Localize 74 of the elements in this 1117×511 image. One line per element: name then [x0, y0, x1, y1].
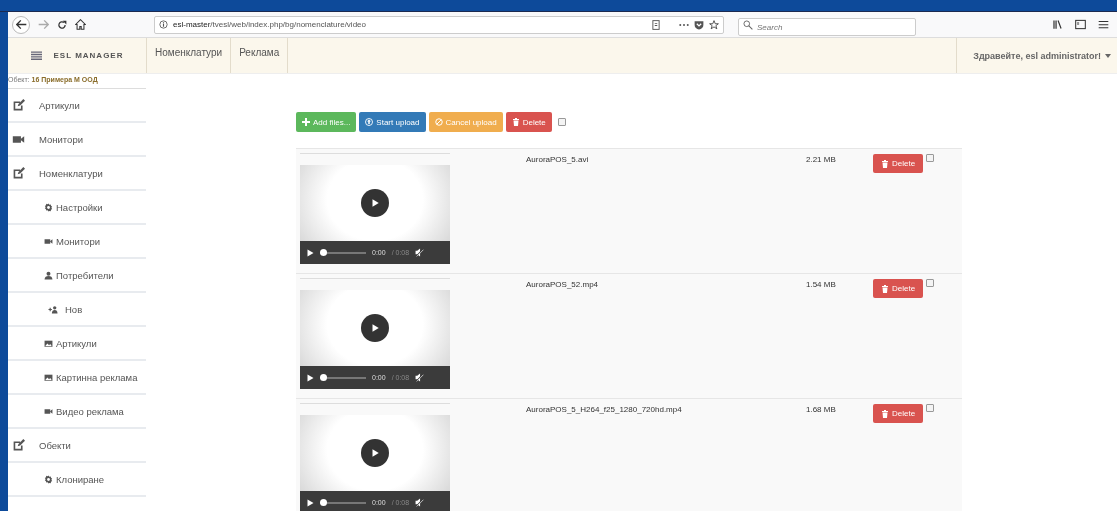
trash-icon — [881, 159, 889, 168]
trash-icon — [511, 118, 520, 126]
upload-icon — [365, 118, 374, 126]
reload-button[interactable] — [57, 19, 67, 30]
nav-tab[interactable]: Реклама — [231, 38, 289, 73]
library-button[interactable] — [1052, 19, 1063, 30]
file-name: AuroraPOS_5.avi — [526, 154, 590, 166]
file-size: 2.21 MB — [806, 154, 837, 166]
gear-icon — [44, 202, 53, 212]
delete-button[interactable]: Delete — [873, 404, 924, 423]
plus-icon — [302, 118, 310, 126]
back-arrow-icon — [15, 19, 27, 30]
sidebar-button[interactable] — [1075, 19, 1086, 30]
file-checkbox[interactable] — [926, 279, 935, 287]
play-button[interactable] — [361, 439, 389, 467]
select-all-checkbox[interactable] — [557, 118, 566, 126]
muted-speaker-icon — [415, 498, 425, 507]
play-icon — [306, 498, 314, 507]
cancel-icon — [434, 118, 443, 126]
sidebar-icon — [1075, 19, 1086, 30]
nav-tab[interactable]: Номенклатури — [147, 38, 232, 73]
app-title: ESL MANAGER — [53, 51, 124, 60]
search-icon — [743, 19, 753, 30]
forward-arrow-icon — [38, 19, 49, 30]
play-button[interactable] — [361, 314, 389, 342]
play-icon — [370, 198, 380, 208]
menu-icon — [30, 50, 42, 61]
user-icon — [44, 270, 53, 280]
seek-bar[interactable] — [320, 501, 366, 504]
back-button[interactable] — [12, 15, 30, 34]
delete-button[interactable]: Delete — [873, 154, 924, 173]
play-icon — [306, 373, 314, 382]
pocket-icon — [694, 19, 704, 30]
home-icon — [75, 19, 86, 30]
url-text: esl-master/tvesl/web/index.php/bg/nomenclature/video — [173, 20, 367, 29]
picture-icon — [44, 338, 53, 348]
file-name: AuroraPOS_5_H264_f25_1280_720hd.mp4 — [526, 404, 683, 416]
user-menu[interactable]: Здравейте, esl administrator! — [956, 38, 1117, 73]
play-icon — [306, 248, 314, 257]
play-button[interactable] — [361, 189, 389, 217]
video-camera-icon — [44, 236, 53, 246]
menu-icon — [1098, 19, 1109, 30]
trash-icon — [881, 284, 889, 293]
file-size: 1.68 MB — [806, 404, 837, 416]
muted-speaker-icon — [415, 373, 425, 382]
trash-icon — [881, 409, 889, 418]
file-size: 1.54 MB — [806, 279, 837, 291]
caret-icon — [1105, 53, 1111, 58]
file-checkbox[interactable] — [926, 154, 935, 162]
home-button[interactable] — [75, 19, 86, 30]
menu-button[interactable] — [1098, 19, 1109, 30]
search-field[interactable]: Search — [738, 18, 916, 36]
seek-bar[interactable] — [320, 251, 366, 254]
star-icon — [709, 19, 719, 30]
delete-button[interactable]: Delete — [505, 112, 552, 132]
edit-icon — [12, 166, 25, 180]
edit-icon — [12, 98, 25, 112]
delete-button[interactable]: Delete — [873, 279, 924, 298]
info-icon — [159, 20, 168, 29]
reload-icon — [57, 19, 67, 30]
seek-bar[interactable] — [320, 376, 366, 379]
video-camera-icon — [44, 406, 53, 416]
gear-icon — [44, 474, 53, 484]
start-button[interactable]: Start upload — [359, 112, 426, 132]
picture-icon — [44, 372, 53, 382]
file-name: AuroraPOS_52.mp4 — [526, 279, 600, 291]
reader-view-icon — [651, 19, 661, 30]
file-checkbox[interactable] — [926, 404, 935, 412]
address-bar[interactable]: esl-master/tvesl/web/index.php/bg/nomenclature/video — [154, 15, 724, 34]
play-icon — [370, 323, 380, 333]
play-icon — [370, 448, 380, 458]
library-icon — [1052, 19, 1063, 30]
muted-speaker-icon — [415, 248, 425, 257]
edit-icon — [12, 438, 25, 452]
